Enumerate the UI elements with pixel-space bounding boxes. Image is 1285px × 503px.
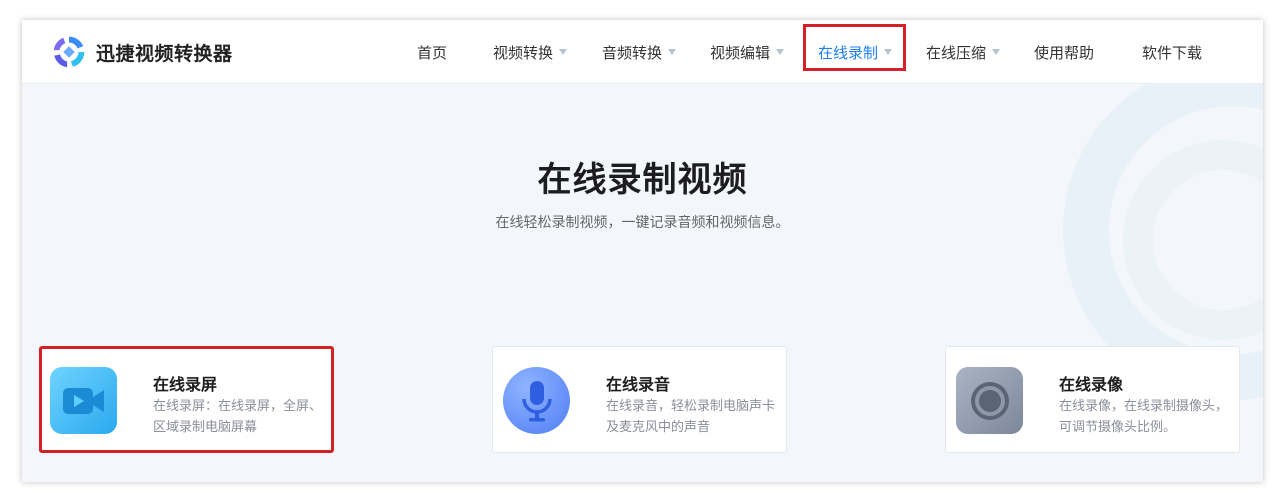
nav-label: 视频编辑 bbox=[710, 43, 771, 62]
nav-item-audio-convert[interactable]: 音频转换 bbox=[602, 20, 677, 84]
nav-item-video-convert[interactable]: 视频转换 bbox=[493, 20, 568, 84]
card-description: 在线录屏：在线录屏，全屏、区域录制电脑屏幕 bbox=[153, 399, 323, 435]
page-subtitle: 在线轻松录制视频，一键记录音频和视频信息。 bbox=[495, 215, 790, 231]
nav-label: 软件下载 bbox=[1142, 43, 1203, 62]
caret-down-icon bbox=[884, 49, 893, 55]
card-camera-record[interactable]: 在线录像 在线录像，在线录制摄像头，可调节摄像头比例。 bbox=[945, 346, 1240, 453]
camera-lens-icon bbox=[956, 367, 1023, 434]
card-title: 在线录像 bbox=[1059, 375, 1124, 394]
nav-label: 视频转换 bbox=[493, 43, 554, 62]
brand-name: 迅捷视频转换器 bbox=[96, 42, 233, 65]
nav-item-online-compress[interactable]: 在线压缩 bbox=[926, 20, 1001, 84]
caret-down-icon bbox=[776, 49, 785, 55]
brand-link[interactable]: 迅捷视频转换器 bbox=[50, 32, 233, 72]
nav-item-home[interactable]: 首页 bbox=[417, 20, 447, 84]
nav-label: 在线压缩 bbox=[926, 43, 987, 62]
top-navbar: 迅捷视频转换器 首页 视频转换 音频转换 视频编辑 在线录制 在线压缩 使用帮助 bbox=[22, 20, 1263, 84]
nav-item-download[interactable]: 软件下载 bbox=[1142, 20, 1202, 84]
page-title: 在线录制视频 bbox=[537, 160, 748, 200]
nav-label: 首页 bbox=[417, 43, 448, 62]
nav-label: 音频转换 bbox=[602, 43, 663, 62]
browser-page: 迅捷视频转换器 首页 视频转换 音频转换 视频编辑 在线录制 在线压缩 使用帮助 bbox=[22, 20, 1263, 482]
caret-down-icon bbox=[668, 49, 677, 55]
caret-down-icon bbox=[992, 49, 1001, 55]
nav-item-video-edit[interactable]: 视频编辑 bbox=[710, 20, 785, 84]
video-camera-icon bbox=[50, 367, 117, 434]
microphone-icon bbox=[503, 367, 570, 434]
nav-label: 使用帮助 bbox=[1034, 43, 1095, 62]
card-screen-record[interactable]: 在线录屏 在线录屏：在线录屏，全屏、区域录制电脑屏幕 bbox=[39, 346, 334, 453]
brand-logo-icon bbox=[53, 36, 85, 68]
card-description: 在线录音，轻松录制电脑声卡及麦克风中的声音 bbox=[606, 399, 776, 435]
card-description: 在线录像，在线录制摄像头，可调节摄像头比例。 bbox=[1059, 399, 1229, 435]
nav-label: 在线录制 bbox=[818, 43, 879, 62]
card-title: 在线录音 bbox=[606, 375, 671, 394]
card-audio-record[interactable]: 在线录音 在线录音，轻松录制电脑声卡及麦克风中的声音 bbox=[492, 346, 787, 453]
nav-item-online-record[interactable]: 在线录制 bbox=[818, 20, 893, 84]
nav-item-help[interactable]: 使用帮助 bbox=[1034, 20, 1094, 84]
card-title: 在线录屏 bbox=[153, 375, 218, 394]
caret-down-icon bbox=[559, 49, 568, 55]
